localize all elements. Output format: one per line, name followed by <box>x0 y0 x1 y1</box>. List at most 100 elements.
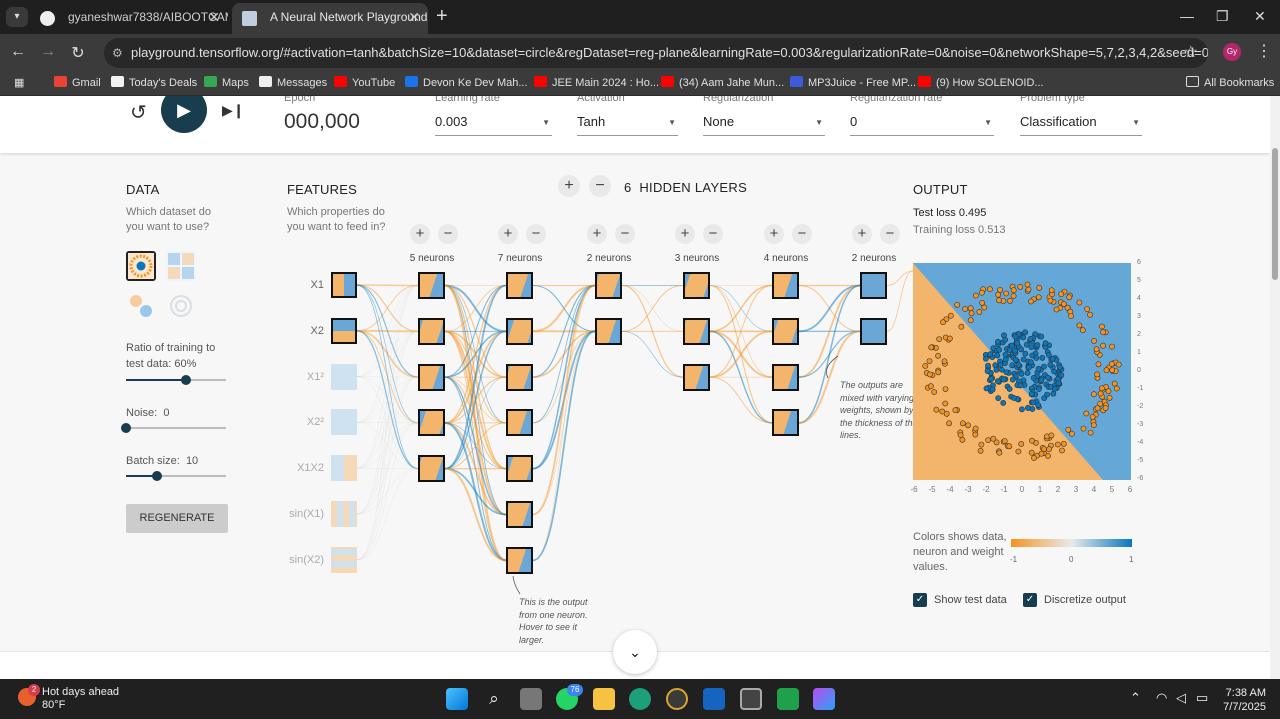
weight-link[interactable] <box>444 467 507 562</box>
chevron-up-icon[interactable]: ⌃ <box>1130 690 1141 706</box>
neuron[interactable] <box>418 455 445 483</box>
bookmark-item[interactable]: MP3Juice - Free MP... <box>790 76 916 89</box>
weight-link[interactable] <box>356 285 419 515</box>
weight-link[interactable] <box>621 330 684 378</box>
add-neuron-button[interactable]: + <box>675 224 695 244</box>
weight-link[interactable] <box>709 330 773 379</box>
remove-layer-button[interactable]: − <box>589 175 611 197</box>
address-bar[interactable]: ⚙ playground.tensorflow.org/#activation=… <box>104 38 1208 68</box>
neuron[interactable] <box>418 363 445 391</box>
chrome-icon[interactable] <box>666 688 688 710</box>
weight-link[interactable] <box>798 284 861 333</box>
add-layer-button[interactable]: + <box>558 175 580 197</box>
neuron[interactable] <box>772 363 799 391</box>
add-neuron-button[interactable]: + <box>764 224 784 244</box>
close-tab-icon[interactable]: ✕ <box>408 3 420 32</box>
add-neuron-button[interactable]: + <box>498 224 518 244</box>
weight-link[interactable] <box>886 270 914 332</box>
forward-icon[interactable]: → <box>38 43 58 61</box>
weight-link[interactable] <box>356 422 419 561</box>
weight-link[interactable] <box>356 331 419 561</box>
bookmark-item[interactable]: (34) Aam Jahe Mun... <box>661 76 784 89</box>
neuron[interactable] <box>683 272 710 299</box>
neuron[interactable] <box>506 546 533 574</box>
scrollbar-thumb[interactable] <box>1272 148 1278 280</box>
feature-node[interactable] <box>331 317 357 344</box>
bookmark-star-icon[interactable]: ☆ <box>1184 38 1198 68</box>
neuron[interactable] <box>506 272 533 299</box>
weight-link[interactable] <box>621 285 684 332</box>
outlook-icon[interactable] <box>703 688 725 710</box>
neuron[interactable] <box>683 363 710 391</box>
weight-link[interactable] <box>532 330 596 562</box>
add-neuron-button[interactable]: + <box>587 224 607 244</box>
back-icon[interactable]: ← <box>8 43 28 61</box>
system-clock[interactable]: 7:38 AM 7/7/2025 <box>1208 686 1266 714</box>
weight-link[interactable] <box>532 284 596 516</box>
minimize-icon[interactable]: — <box>1180 8 1194 24</box>
neuron[interactable] <box>772 317 799 345</box>
site-info-icon[interactable]: ⚙ <box>112 38 123 68</box>
weather-widget[interactable]: 2 Hot days ahead 80°F <box>18 684 119 712</box>
scroll-down-button[interactable]: ⌄ <box>613 630 657 674</box>
close-window-icon[interactable]: ✕ <box>1254 8 1266 25</box>
profile-avatar[interactable]: Gy <box>1223 43 1241 61</box>
feature-node[interactable] <box>331 272 357 298</box>
neuron[interactable] <box>418 317 445 345</box>
feature-node[interactable] <box>331 455 357 482</box>
remove-neuron-button[interactable]: − <box>703 224 723 244</box>
task-view-icon[interactable] <box>520 688 542 710</box>
weight-link[interactable] <box>709 284 773 333</box>
bookmark-item[interactable]: (9) How SOLENOID... <box>918 76 1044 89</box>
feature-node[interactable] <box>331 501 357 527</box>
volume-icon[interactable]: ◁ <box>1176 690 1186 706</box>
bookmark-item[interactable]: Devon Ke Dev Mah... <box>405 76 528 89</box>
neuron[interactable] <box>418 409 445 437</box>
neuron[interactable] <box>860 317 887 345</box>
reload-icon[interactable]: ↻ <box>68 43 88 63</box>
add-neuron-button[interactable]: + <box>852 224 872 244</box>
neuron[interactable] <box>506 501 533 528</box>
output-heatmap[interactable] <box>913 263 1131 480</box>
page-scrollbar[interactable] <box>1270 96 1280 679</box>
feature-node[interactable] <box>331 546 357 573</box>
neuron[interactable] <box>506 455 533 483</box>
remove-neuron-button[interactable]: − <box>438 224 458 244</box>
copilot-icon[interactable] <box>813 688 835 710</box>
edge-icon[interactable] <box>629 688 651 710</box>
remove-neuron-button[interactable]: − <box>615 224 635 244</box>
neuron[interactable] <box>772 272 799 299</box>
all-bookmarks[interactable]: All Bookmarks <box>1186 76 1274 89</box>
wifi-icon[interactable]: ◠ <box>1156 690 1167 706</box>
new-tab-button[interactable]: + <box>436 6 448 26</box>
weight-link[interactable] <box>356 468 419 561</box>
apps-grid-icon[interactable]: ▦ <box>14 76 24 89</box>
bookmark-item[interactable]: YouTube <box>334 76 395 89</box>
neuron[interactable] <box>506 409 533 437</box>
neuron[interactable] <box>860 272 887 299</box>
remove-neuron-button[interactable]: − <box>880 224 900 244</box>
neuron[interactable] <box>506 317 533 345</box>
neuron[interactable] <box>595 272 622 299</box>
search-icon[interactable]: ⌕ <box>483 688 505 710</box>
bookmark-item[interactable]: JEE Main 2024 : Ho... <box>534 76 659 89</box>
file-explorer-icon[interactable] <box>593 688 615 710</box>
neuron[interactable] <box>506 363 533 391</box>
neuron[interactable] <box>418 272 445 299</box>
bookmark-item[interactable]: Maps <box>204 76 249 89</box>
feature-node[interactable] <box>331 363 357 390</box>
browser-menu-icon[interactable]: ⋮ <box>1256 41 1272 61</box>
tab-github[interactable]: gyaneshwar7838/AIBOOTCAMP ✕ <box>30 3 228 34</box>
discretize-output-checkbox[interactable]: ✓ <box>1023 593 1037 607</box>
store-icon[interactable] <box>740 688 762 710</box>
restore-icon[interactable]: ❐ <box>1216 8 1229 25</box>
remove-neuron-button[interactable]: − <box>526 224 546 244</box>
neuron[interactable] <box>683 317 710 345</box>
show-test-data-checkbox[interactable]: ✓ <box>913 593 927 607</box>
tab-playground[interactable]: A Neural Network Playground ✕ <box>232 3 428 34</box>
bookmark-item[interactable]: Messages <box>259 76 327 89</box>
neuron[interactable] <box>772 409 799 437</box>
sheets-icon[interactable] <box>777 688 799 710</box>
battery-icon[interactable]: ▭ <box>1196 690 1208 706</box>
weight-link[interactable] <box>709 376 773 424</box>
